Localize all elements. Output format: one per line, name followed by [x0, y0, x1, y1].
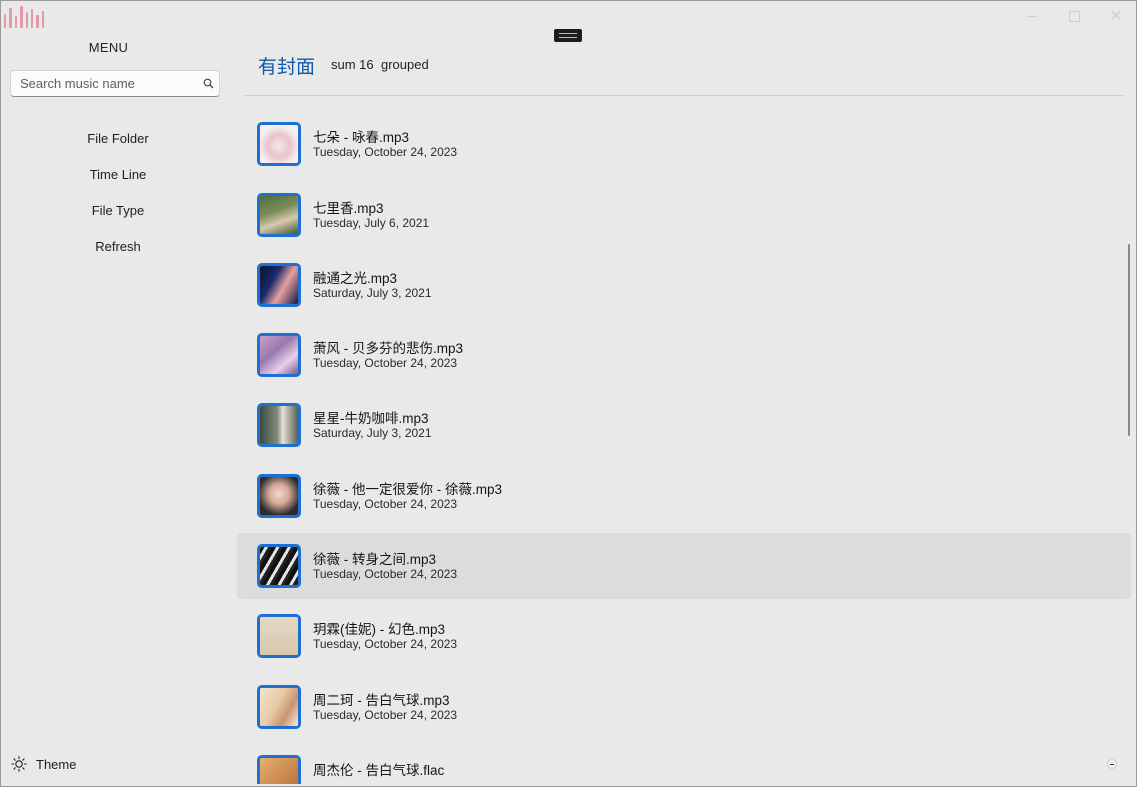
song-row[interactable]: 融通之光.mp3 Saturday, July 3, 2021	[237, 252, 1131, 318]
album-cover	[257, 544, 301, 589]
song-row[interactable]: 玥霖(佳妮) - 幻色.mp3 Tuesday, October 24, 2023	[237, 603, 1131, 669]
cover-art	[260, 617, 298, 656]
theme-label: Theme	[36, 756, 77, 772]
song-row[interactable]: 徐薇 - 他一定很爱你 - 徐薇.mp3 Tuesday, October 24,…	[237, 463, 1131, 529]
album-cover	[257, 754, 301, 784]
song-date: Tuesday, October 24, 2023	[313, 145, 458, 160]
sun-icon	[11, 756, 27, 772]
song-row[interactable]: Tuesday, October 24, 2023	[237, 96, 1131, 107]
song-title: 七里香.mp3	[313, 200, 384, 216]
album-cover	[257, 192, 301, 237]
song-title: 玥霖(佳妮) - 幻色.mp3	[313, 622, 446, 638]
album-cover	[257, 614, 301, 659]
search-icon[interactable]	[198, 78, 219, 89]
album-cover	[257, 122, 301, 167]
song-date: Tuesday, July 6, 2021	[313, 215, 430, 230]
song-date: Tuesday, October 24, 2023	[313, 356, 458, 371]
grouped-label: grouped	[381, 57, 429, 72]
song-title: 融通之光.mp3	[313, 270, 398, 286]
maximize-button[interactable]	[1053, 0, 1095, 32]
nav-file-type[interactable]: File Type	[0, 203, 236, 218]
album-cover	[257, 684, 301, 729]
song-row[interactable]: 七朵 - 咏春.mp3 Tuesday, October 24, 2023	[237, 111, 1131, 177]
cover-art	[260, 265, 298, 304]
album-cover	[257, 403, 301, 448]
cover-art	[260, 687, 298, 726]
sidebar: MENU File Folder Time Line File Type Ref…	[0, 0, 236, 787]
cover-art	[260, 757, 298, 784]
collapse-icon[interactable]	[1107, 759, 1117, 769]
theme-button[interactable]: Theme	[11, 756, 76, 772]
song-row[interactable]: 星星-牛奶咖啡.mp3 Saturday, July 3, 2021	[237, 392, 1131, 458]
song-title: 徐薇 - 他一定很爱你 - 徐薇.mp3	[313, 481, 503, 497]
nav-refresh[interactable]: Refresh	[0, 239, 236, 254]
window-controls: ✕	[1011, 0, 1137, 32]
song-title: 七朵 - 咏春.mp3	[313, 130, 410, 146]
song-date: Saturday, July 3, 2021	[313, 426, 432, 441]
song-count: sum 16	[331, 57, 374, 72]
song-title: 萧风 - 贝多芬的悲伤.mp3	[313, 341, 464, 357]
scrollbar-thumb[interactable]	[1128, 244, 1130, 436]
song-date: Tuesday, October 24, 2023	[313, 496, 458, 511]
song-row[interactable]: 徐薇 - 转身之间.mp3 Tuesday, October 24, 2023	[237, 533, 1131, 600]
cover-art	[260, 125, 298, 164]
song-title: 星星-牛奶咖啡.mp3	[313, 411, 429, 427]
nav-time-line[interactable]: Time Line	[0, 167, 236, 182]
search-input[interactable]	[11, 75, 198, 92]
search-box[interactable]	[10, 70, 220, 97]
minimize-button[interactable]	[1011, 0, 1053, 32]
close-button[interactable]: ✕	[1095, 0, 1137, 32]
song-title: 周二珂 - 告白气球.mp3	[313, 692, 450, 708]
song-row[interactable]: 周杰伦 - 告白气球.flac	[237, 744, 1131, 784]
album-cover	[257, 262, 301, 307]
cover-art	[260, 547, 298, 586]
cover-art	[260, 195, 298, 234]
song-date: Tuesday, October 24, 2023	[313, 707, 458, 722]
menu-title: MENU	[88, 40, 129, 55]
song-row[interactable]: 七里香.mp3 Tuesday, July 6, 2021	[237, 182, 1131, 248]
song-date: Tuesday, October 24, 2023	[313, 567, 458, 582]
song-list[interactable]: Tuesday, October 24, 2023七朵 - 咏春.mp3Tues…	[237, 96, 1131, 784]
song-row[interactable]: 萧风 - 贝多芬的悲伤.mp3 Tuesday, October 24, 2023	[237, 322, 1131, 388]
cover-art	[260, 406, 298, 445]
song-date: Saturday, July 3, 2021	[313, 285, 432, 300]
song-title: 周杰伦 - 告白气球.flac	[313, 762, 445, 778]
album-cover	[257, 473, 301, 518]
cover-art	[260, 476, 298, 515]
page-title: 有封面	[258, 57, 316, 78]
drag-handle-icon[interactable]	[554, 29, 582, 42]
cover-art	[260, 336, 298, 375]
nav-file-folder[interactable]: File Folder	[0, 131, 236, 146]
album-cover	[257, 333, 301, 378]
song-title: 徐薇 - 转身之间.mp3	[313, 552, 437, 568]
song-date: Tuesday, October 24, 2023	[313, 637, 458, 652]
song-row[interactable]: 周二珂 - 告白气球.mp3 Tuesday, October 24, 2023	[237, 674, 1131, 740]
